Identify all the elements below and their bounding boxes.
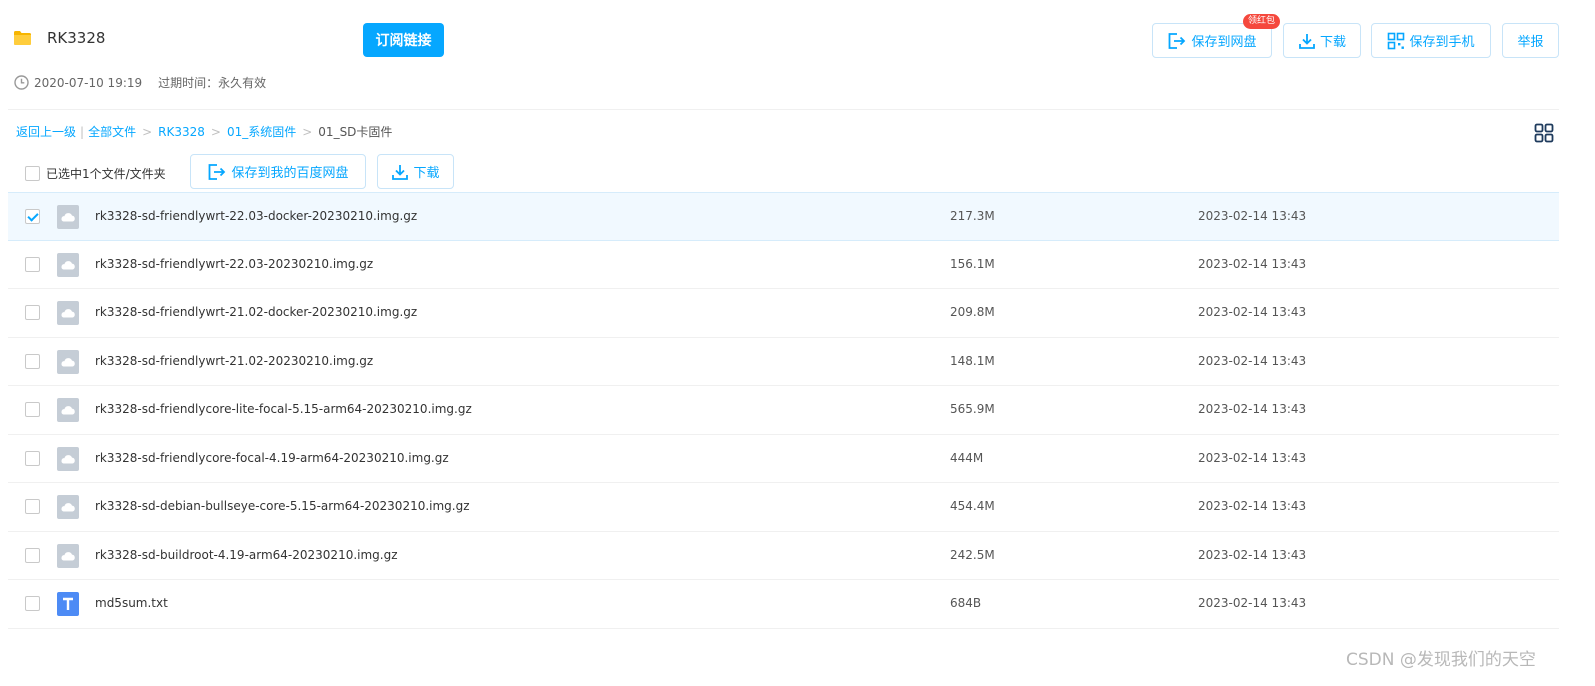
file-checkbox[interactable]: [25, 256, 40, 272]
download-button[interactable]: 下载: [1283, 23, 1361, 58]
file-date: 2023-02-14 13:43: [1198, 256, 1307, 271]
breadcrumb-divider: |: [80, 124, 85, 139]
file-row[interactable]: rk3328-sd-friendlywrt-22.03-docker-20230…: [8, 192, 1559, 241]
file-date: 2023-02-14 13:43: [1198, 547, 1307, 562]
file-checkbox[interactable]: [25, 353, 40, 369]
grid-view-icon[interactable]: [1534, 123, 1554, 143]
file-name[interactable]: rk3328-sd-friendlywrt-21.02-20230210.img…: [95, 354, 373, 368]
file-checkbox[interactable]: [25, 305, 40, 320]
watermark: CSDN @发现我们的天空: [1346, 650, 1536, 670]
archive-file-icon: [57, 495, 79, 519]
breadcrumb-separator: >: [142, 124, 153, 139]
file-name[interactable]: md5sum.txt: [95, 596, 168, 610]
file-row[interactable]: rk3328-sd-friendlycore-focal-4.19-arm64-…: [8, 435, 1559, 483]
file-size: 156.1M: [950, 256, 995, 271]
archive-file-icon: [57, 349, 79, 374]
toolbar-download-label: 下载: [413, 165, 440, 180]
subscribe-link-button[interactable]: 订阅链接: [363, 23, 444, 57]
download-icon: [392, 164, 409, 180]
breadcrumb-separator: >: [302, 124, 313, 139]
file-name[interactable]: rk3328-sd-debian-bullseye-core-5.15-arm6…: [95, 499, 470, 513]
file-row[interactable]: rk3328-sd-debian-bullseye-core-5.15-arm6…: [8, 483, 1559, 532]
red-packet-badge: 领红包: [1243, 14, 1281, 29]
file-checkbox[interactable]: [25, 547, 40, 563]
file-name[interactable]: rk3328-sd-friendlycore-lite-focal-5.15-a…: [95, 402, 472, 416]
save-to-phone-button[interactable]: 保存到手机: [1371, 23, 1491, 58]
archive-file-icon: [57, 446, 79, 471]
file-size: 242.5M: [950, 547, 995, 562]
breadcrumb-separator: >: [210, 124, 221, 139]
expire-label: 过期时间：: [158, 76, 219, 90]
header-divider: [8, 109, 1559, 110]
file-size: 565.9M: [950, 402, 995, 416]
qr-code-icon: [1388, 32, 1405, 49]
clock-icon: [14, 75, 29, 90]
archive-file-icon: [57, 543, 79, 568]
file-checkbox[interactable]: [25, 596, 40, 611]
save-to-pan-icon: [209, 163, 226, 180]
file-name[interactable]: rk3328-sd-friendlywrt-22.03-docker-20230…: [95, 209, 417, 223]
text-file-icon: [57, 592, 79, 616]
file-size: 444M: [950, 450, 984, 465]
folder-icon: [14, 31, 31, 45]
file-date: 2023-02-14 13:43: [1198, 450, 1307, 465]
save-to-phone-label: 保存到手机: [1409, 34, 1475, 49]
save-to-pan-icon: [1169, 32, 1186, 49]
toolbar-download-button[interactable]: 下载: [377, 154, 454, 189]
breadcrumb-item[interactable]: RK3328: [158, 125, 205, 139]
share-header: RK3328 订阅链接 2020-07-10 19:19 过期时间： 永久有效 …: [0, 0, 1595, 110]
file-row[interactable]: rk3328-sd-friendlywrt-21.02-20230210.img…: [8, 338, 1559, 386]
archive-file-icon: [57, 252, 79, 277]
save-to-my-pan-label: 保存到我的百度网盘: [231, 165, 349, 180]
archive-file-icon: [57, 301, 79, 325]
file-date: 2023-02-14 13:43: [1198, 402, 1307, 416]
file-date: 2023-02-14 13:43: [1198, 596, 1307, 610]
file-checkbox[interactable]: [25, 450, 40, 466]
file-name[interactable]: rk3328-sd-friendlywrt-22.03-20230210.img…: [95, 257, 373, 271]
file-name[interactable]: rk3328-sd-buildroot-4.19-arm64-20230210.…: [95, 548, 398, 562]
file-checkbox[interactable]: [25, 499, 40, 514]
checkbox[interactable]: [25, 166, 40, 181]
file-name[interactable]: rk3328-sd-friendlycore-focal-4.19-arm64-…: [95, 451, 449, 465]
created-time: 2020-07-10 19:19: [34, 75, 143, 90]
file-date: 2023-02-14 13:43: [1198, 353, 1307, 368]
save-to-pan-label: 保存到网盘: [1191, 34, 1257, 49]
file-size: 209.8M: [950, 305, 995, 319]
file-checkbox[interactable]: [25, 209, 40, 224]
breadcrumb-back-link[interactable]: 返回上一级: [16, 123, 76, 140]
archive-file-icon: [57, 398, 79, 422]
breadcrumb-all-files-link[interactable]: 全部文件: [88, 123, 136, 140]
file-size: 148.1M: [950, 353, 995, 368]
file-toolbar: 已选中1个文件/文件夹 保存到我的百度网盘 下载: [0, 154, 1595, 189]
file-row[interactable]: md5sum.txt 684B 2023-02-14 13:43: [8, 580, 1559, 629]
file-size: 217.3M: [950, 209, 995, 223]
breadcrumb: 返回上一级 | 全部文件 > RK3328 > 01_系统固件 > 01_SD卡…: [16, 123, 392, 140]
share-meta: 2020-07-10 19:19 过期时间： 永久有效: [14, 74, 266, 91]
file-name[interactable]: rk3328-sd-friendlywrt-21.02-docker-20230…: [95, 305, 417, 319]
download-label: 下载: [1319, 34, 1346, 49]
file-size: 454.4M: [950, 499, 995, 513]
file-row[interactable]: rk3328-sd-friendlywrt-21.02-docker-20230…: [8, 289, 1559, 338]
file-date: 2023-02-14 13:43: [1198, 499, 1307, 513]
breadcrumb-current: 01_SD卡固件: [318, 125, 393, 139]
select-all-checkbox[interactable]: 已选中1个文件/文件夹: [25, 165, 166, 182]
share-title: RK3328: [47, 29, 106, 47]
breadcrumb-item[interactable]: 01_系统固件: [227, 123, 296, 140]
save-to-my-pan-button[interactable]: 保存到我的百度网盘: [190, 154, 366, 189]
file-list: rk3328-sd-friendlywrt-22.03-docker-20230…: [8, 192, 1559, 629]
selection-count-text: 已选中1个文件/文件夹: [46, 167, 166, 181]
file-row[interactable]: rk3328-sd-friendlycore-lite-focal-5.15-a…: [8, 386, 1559, 435]
file-row[interactable]: rk3328-sd-buildroot-4.19-arm64-20230210.…: [8, 532, 1559, 580]
file-date: 2023-02-14 13:43: [1198, 305, 1307, 319]
file-checkbox[interactable]: [25, 402, 40, 417]
file-size: 684B: [950, 596, 982, 610]
file-row[interactable]: rk3328-sd-friendlywrt-22.03-20230210.img…: [8, 241, 1559, 289]
report-button[interactable]: 举报: [1502, 23, 1559, 58]
archive-file-icon: [57, 205, 79, 229]
expire-value: 永久有效: [218, 76, 267, 90]
file-date: 2023-02-14 13:43: [1198, 209, 1307, 223]
download-icon: [1299, 33, 1315, 49]
